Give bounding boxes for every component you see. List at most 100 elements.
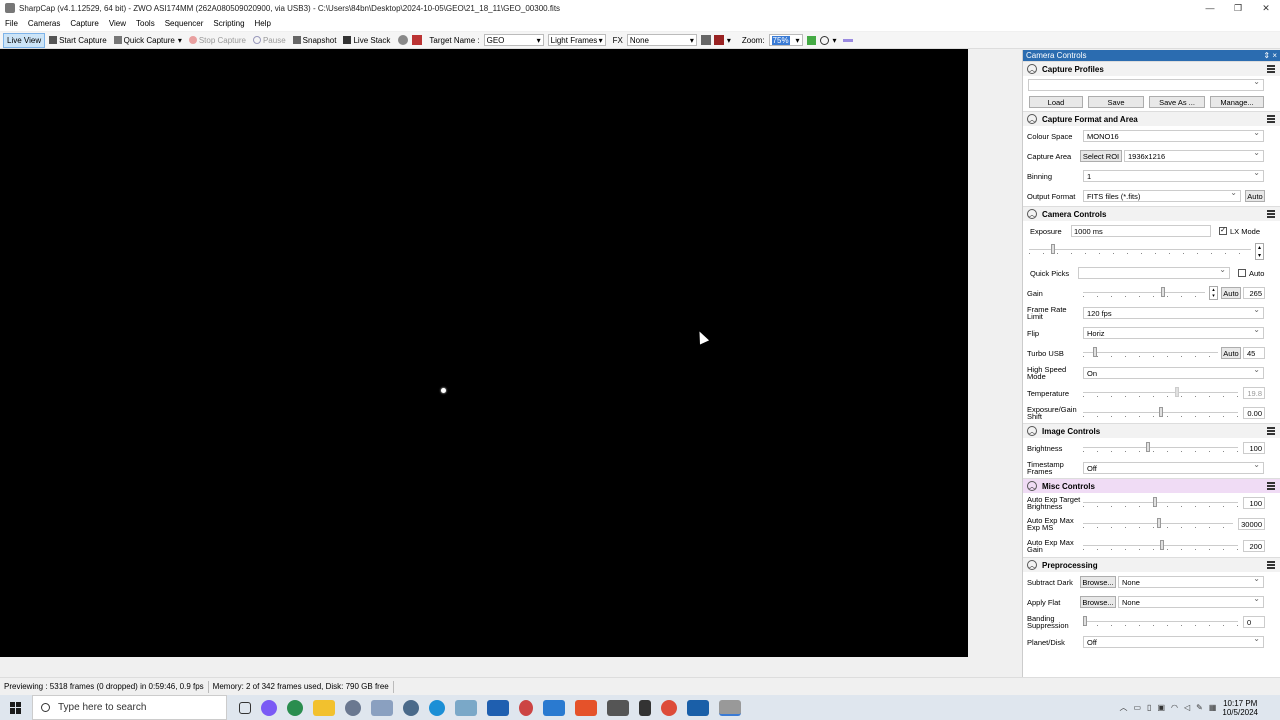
load-profile-button[interactable]: Load xyxy=(1029,96,1083,108)
minimize-button[interactable]: — xyxy=(1196,0,1224,16)
section-image-controls[interactable]: ︿ Image Controls xyxy=(1023,423,1280,438)
zoom-select[interactable]: 75% ▾ xyxy=(768,34,803,46)
banding-slider[interactable] xyxy=(1083,616,1238,626)
zoom-in-icon[interactable] xyxy=(819,35,829,45)
select-roi-button[interactable]: Select ROI xyxy=(1080,150,1122,162)
brave-icon[interactable] xyxy=(575,699,597,716)
auto-exp-max-gain-value[interactable]: 200 xyxy=(1243,540,1265,552)
menu-sequencer[interactable]: Sequencer xyxy=(165,19,204,28)
section-preprocessing[interactable]: ︿ Preprocessing xyxy=(1023,557,1280,572)
planet-disk-select[interactable]: Off xyxy=(1083,634,1264,648)
pause-button[interactable]: Pause xyxy=(250,33,289,48)
menu-tools[interactable]: Tools xyxy=(136,19,155,28)
app-icon[interactable] xyxy=(403,699,419,716)
chevron-up-icon[interactable]: ︿ xyxy=(1027,114,1037,124)
exposure-input[interactable]: 1000 ms xyxy=(1071,225,1211,237)
turbo-usb-auto-button[interactable]: Auto xyxy=(1221,347,1241,359)
gain-slider[interactable] xyxy=(1083,287,1205,297)
apply-flat-browse-button[interactable]: Browse... xyxy=(1080,596,1116,608)
frame-rate-select[interactable]: 120 fps xyxy=(1083,305,1264,319)
flip-select[interactable]: Horiz xyxy=(1083,325,1264,339)
display-icon[interactable]: ▣ xyxy=(1157,703,1165,712)
menu-file[interactable]: File xyxy=(5,19,18,28)
wifi-icon[interactable]: ◠ xyxy=(1171,703,1178,712)
chevron-down-icon[interactable]: ▾ xyxy=(727,36,731,45)
high-speed-select[interactable]: On xyxy=(1083,365,1264,379)
capture-area-select[interactable]: 1936x1216 xyxy=(1124,148,1264,162)
save-as-profile-button[interactable]: Save As ... xyxy=(1149,96,1205,108)
copilot-icon[interactable] xyxy=(261,699,277,716)
output-format-select[interactable]: FITS files (*.fits) xyxy=(1083,188,1241,202)
quick-picks-select[interactable] xyxy=(1078,265,1230,279)
histogram-icon[interactable] xyxy=(412,35,423,45)
auto-exp-target-slider[interactable] xyxy=(1083,497,1238,507)
colour-space-select[interactable]: MONO16 xyxy=(1083,128,1264,142)
fx-select[interactable]: None ▾ xyxy=(626,34,697,46)
task-view-icon[interactable] xyxy=(239,701,251,714)
chevron-up-icon[interactable]: ︿ xyxy=(1027,209,1037,219)
frame-type-select[interactable]: Light Frames ▾ xyxy=(547,34,606,46)
chevron-up-icon[interactable]: ︿ xyxy=(1119,702,1127,713)
brightness-slider[interactable] xyxy=(1083,442,1238,452)
chrome-icon[interactable] xyxy=(661,699,677,716)
app-icon[interactable] xyxy=(345,699,361,716)
start-button[interactable] xyxy=(0,695,32,720)
menu-cameras[interactable]: Cameras xyxy=(28,19,60,28)
manage-profiles-button[interactable]: Manage... xyxy=(1210,96,1264,108)
app-icon[interactable] xyxy=(543,699,565,716)
hamburger-menu-icon[interactable] xyxy=(1267,427,1275,435)
timestamp-select[interactable]: Off xyxy=(1083,460,1264,474)
gain-value[interactable]: 265 xyxy=(1243,287,1265,299)
network-icon[interactable]: ▭ xyxy=(1133,703,1141,712)
live-stack-button[interactable]: Live Stack xyxy=(340,33,393,48)
target-name-input[interactable]: GEO ▾ xyxy=(483,34,544,46)
lx-mode-checkbox[interactable]: ✓ xyxy=(1219,227,1227,235)
chevron-up-icon[interactable]: ︿ xyxy=(1027,481,1037,491)
section-misc-controls[interactable]: ︿ Misc Controls xyxy=(1023,478,1280,493)
app-icon[interactable] xyxy=(371,699,393,716)
histogram-icon[interactable] xyxy=(713,35,724,45)
hamburger-menu-icon[interactable] xyxy=(1267,210,1275,218)
auto-exp-max-ms-slider[interactable] xyxy=(1083,518,1233,528)
apply-flat-select[interactable]: None xyxy=(1118,594,1264,608)
battery-icon[interactable]: ▯ xyxy=(1147,703,1151,712)
section-capture-profiles[interactable]: ︿ Capture Profiles xyxy=(1023,61,1280,76)
settings-wheel-icon[interactable] xyxy=(398,35,409,45)
section-camera-controls[interactable]: ︿ Camera Controls xyxy=(1023,206,1280,221)
stop-capture-button[interactable]: Stop Capture xyxy=(186,33,249,48)
brightness-value[interactable]: 100 xyxy=(1243,442,1265,454)
subtract-dark-browse-button[interactable]: Browse... xyxy=(1080,576,1116,588)
chevron-up-icon[interactable]: ︿ xyxy=(1027,560,1037,570)
binning-select[interactable]: 1 xyxy=(1083,168,1264,182)
pen-icon[interactable] xyxy=(842,38,853,42)
gain-spinner[interactable]: ▴ ▾ xyxy=(1209,286,1218,300)
turbo-usb-value[interactable]: 45 xyxy=(1243,347,1265,359)
volume-icon[interactable]: ◁ xyxy=(1184,703,1190,712)
subtract-dark-select[interactable]: None xyxy=(1118,574,1264,588)
chevron-up-icon[interactable]: ︿ xyxy=(1027,64,1037,74)
file-explorer-icon[interactable] xyxy=(313,699,335,716)
output-format-auto-button[interactable]: Auto xyxy=(1245,190,1265,202)
chrome-app-icon[interactable] xyxy=(287,699,303,716)
menu-view[interactable]: View xyxy=(109,19,126,28)
live-view-button[interactable]: Live View xyxy=(3,32,46,48)
app-icon[interactable] xyxy=(687,699,709,716)
image-viewer[interactable] xyxy=(0,49,968,657)
edge-icon[interactable] xyxy=(429,699,445,716)
hamburger-menu-icon[interactable] xyxy=(1267,115,1275,123)
hamburger-menu-icon[interactable] xyxy=(1267,561,1275,569)
hamburger-menu-icon[interactable] xyxy=(1267,65,1275,73)
section-capture-format[interactable]: ︿ Capture Format and Area xyxy=(1023,111,1280,126)
banding-value[interactable]: 0 xyxy=(1243,616,1265,628)
zoom-fit-icon[interactable] xyxy=(806,35,816,45)
auto-exp-max-ms-value[interactable]: 30000 xyxy=(1238,518,1265,530)
overlay-icon[interactable] xyxy=(700,35,711,45)
sharpcap-icon[interactable] xyxy=(719,699,741,716)
language-icon[interactable]: ▦ xyxy=(1209,703,1217,712)
app-icon[interactable] xyxy=(519,699,533,716)
profile-select[interactable] xyxy=(1028,77,1264,91)
maximize-button[interactable]: ❐ xyxy=(1224,0,1252,16)
snapshot-button[interactable]: Snapshot xyxy=(290,33,340,48)
menu-scripting[interactable]: Scripting xyxy=(213,19,244,28)
chevron-down-icon[interactable]: ▾ xyxy=(833,36,837,45)
